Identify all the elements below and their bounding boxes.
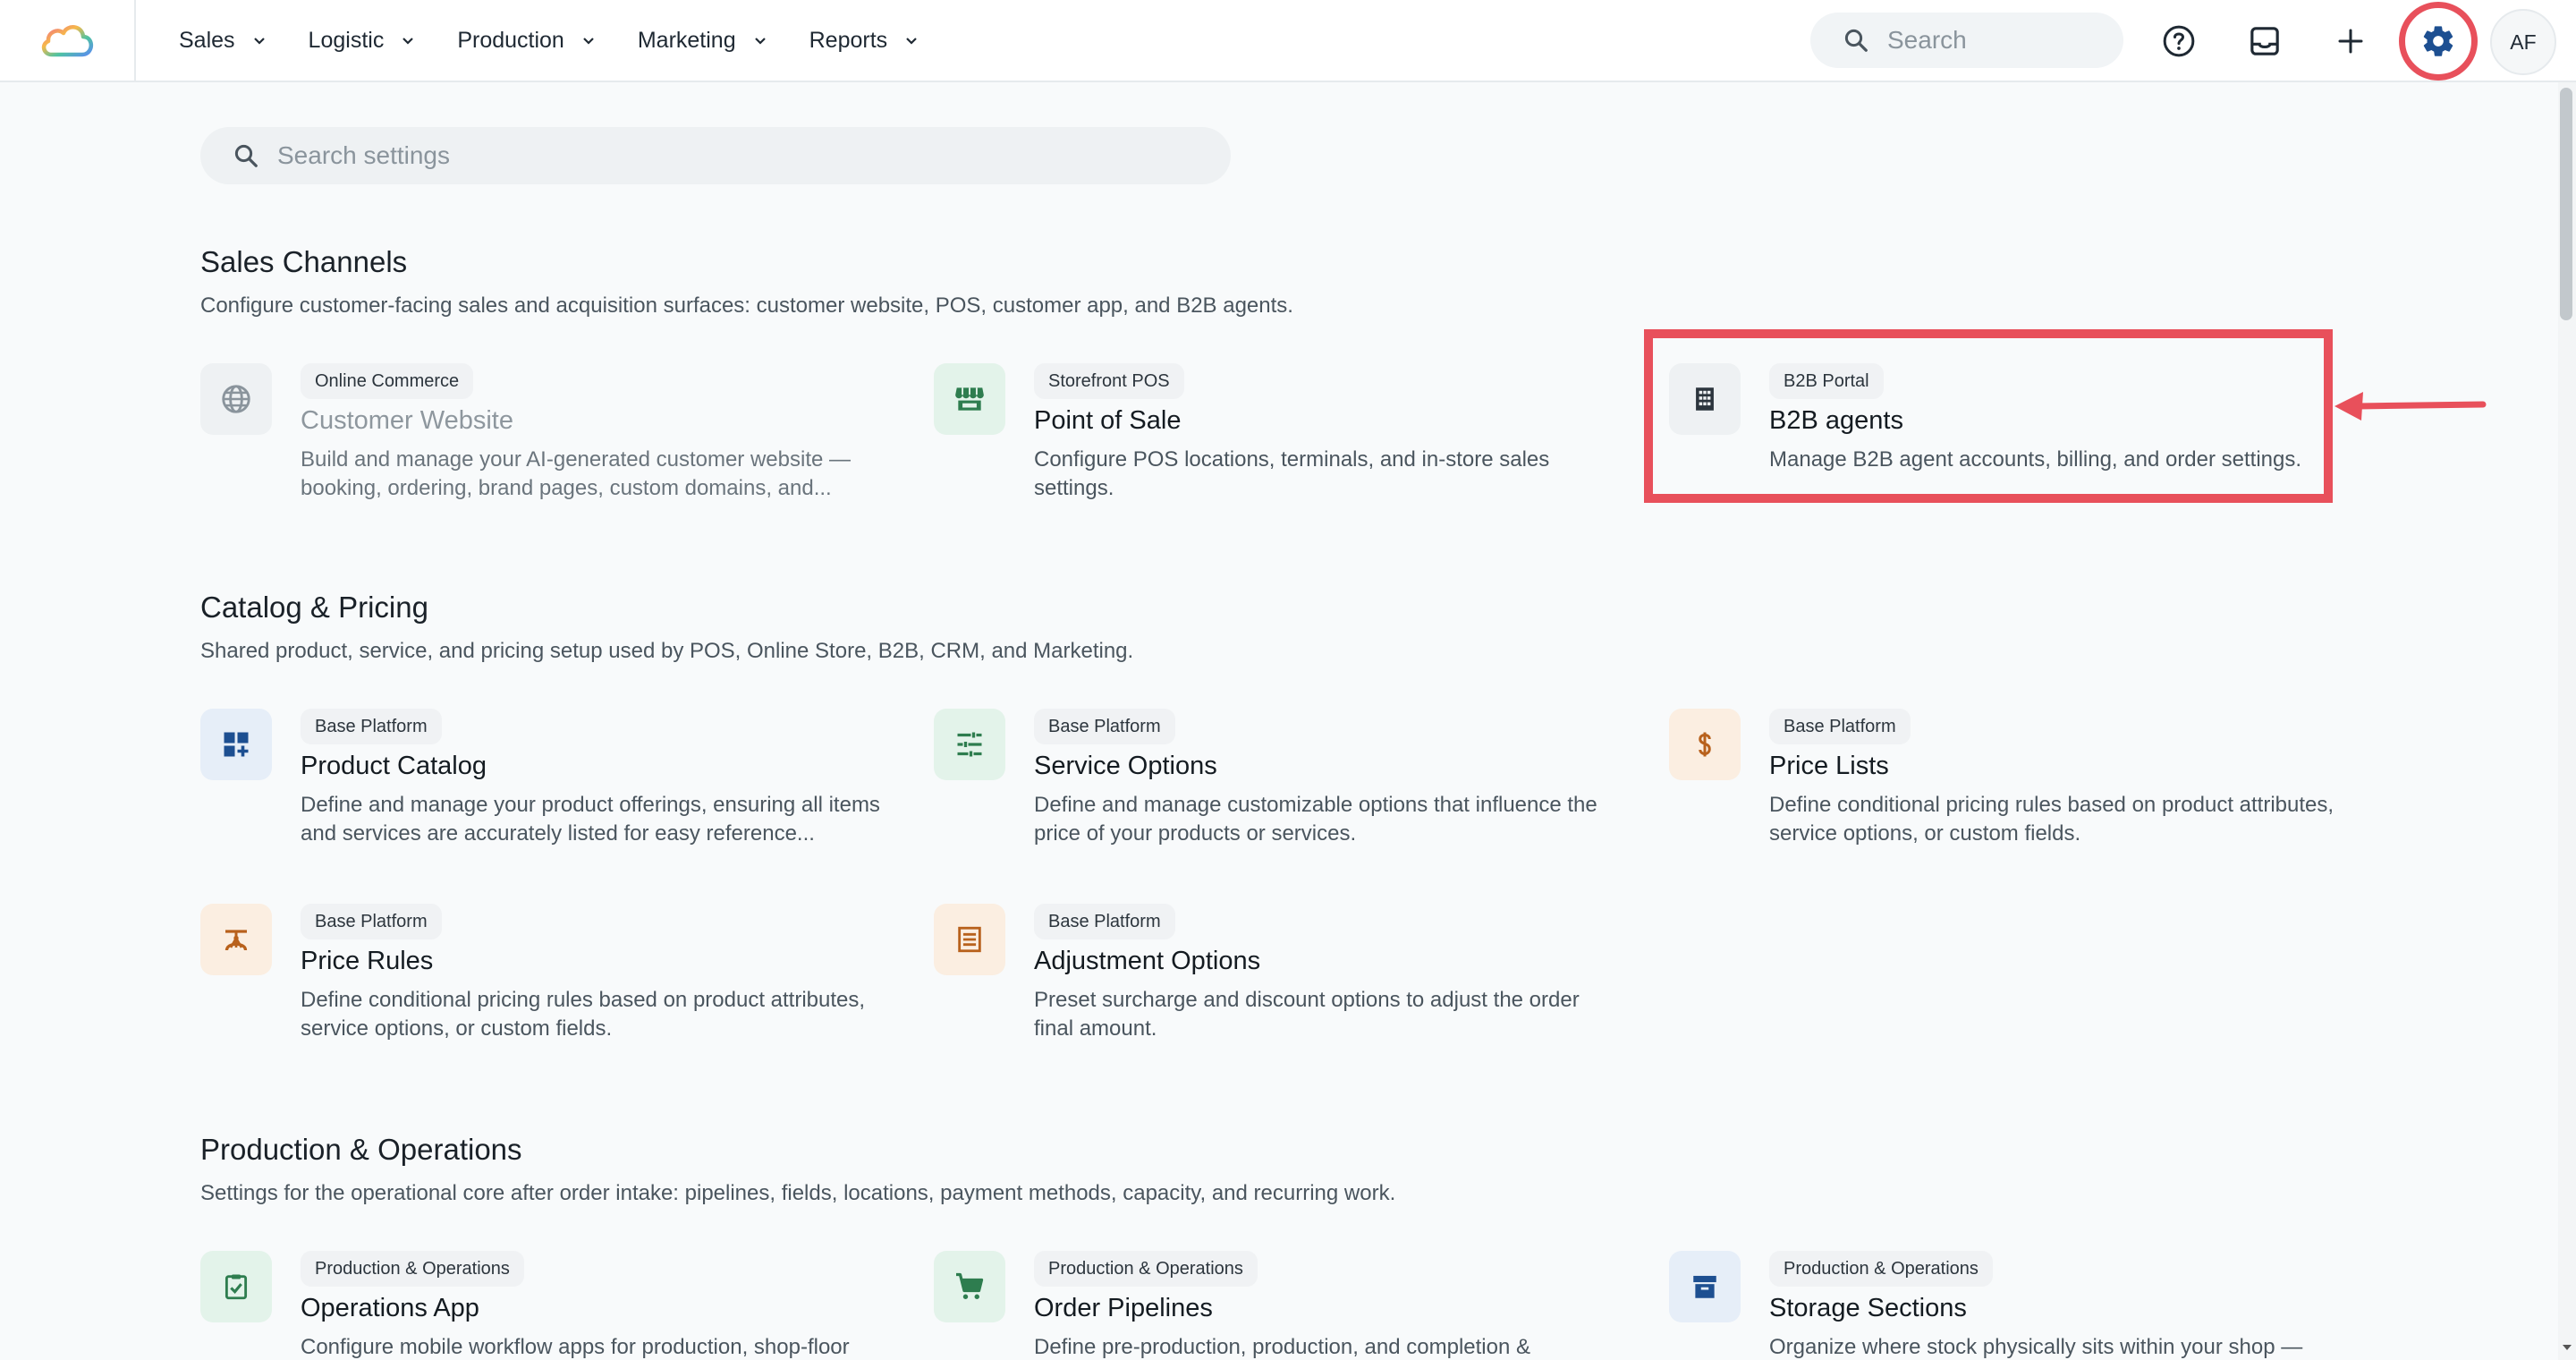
card-title: Price Lists [1769, 752, 1889, 780]
chevron-down-icon [253, 38, 265, 45]
card-description: Build and manage your AI-generated custo… [301, 447, 852, 500]
plus-icon [2338, 29, 2363, 54]
card-price-rules[interactable]: Base Platform Price Rules Define conditi… [200, 904, 880, 1056]
tune-icon [934, 709, 1005, 780]
card-title: Customer Website [301, 406, 513, 435]
nav-marketing[interactable]: Marketing [638, 28, 768, 54]
section-title-sales-channels: Sales Channels [200, 245, 408, 278]
scrollbar-thumb[interactable] [2560, 88, 2572, 320]
b2b-highlight-box [1644, 329, 2333, 503]
user-avatar[interactable]: AF [2490, 9, 2556, 75]
dashboard-add-icon [200, 709, 272, 780]
settings-search-placeholder: Search settings [277, 141, 450, 169]
nav-label: Sales [179, 27, 235, 53]
card-product-catalog[interactable]: Base Platform Product Catalog Define and… [200, 709, 880, 861]
section-desc-sales-channels: Configure customer-facing sales and acqu… [200, 293, 1293, 318]
main-nav: Sales Logistic Production Marketing Repo… [179, 28, 961, 54]
card-adjustment-options[interactable]: Base Platform Adjustment Options Preset … [934, 904, 1614, 1056]
card-title: Price Rules [301, 947, 434, 975]
clipboard-check-icon [200, 1251, 272, 1322]
nav-logistic[interactable]: Logistic [309, 28, 417, 54]
inbox-button[interactable] [2240, 16, 2290, 66]
app-logo[interactable] [0, 0, 136, 81]
card-description: Define conditional pricing rules based o… [301, 988, 866, 1041]
card-description: Define conditional pricing rules based o… [1769, 793, 2334, 846]
card-badge: Base Platform [1034, 709, 1175, 744]
nav-label: Logistic [308, 27, 385, 53]
card-description: Preset surcharge and discount options to… [1034, 988, 1580, 1041]
chevron-down-icon [583, 38, 594, 45]
add-button[interactable] [2326, 16, 2376, 66]
global-search-input[interactable]: Search [1810, 13, 2123, 68]
card-storage-sections[interactable]: Production & Operations Storage Sections… [1669, 1251, 2349, 1360]
settings-button[interactable] [2413, 16, 2463, 66]
card-title: Storage Sections [1769, 1294, 1967, 1322]
card-description: Organize where stock physically sits wit… [1769, 1335, 2303, 1359]
search-placeholder: Search [1887, 26, 1967, 54]
dollar-icon [1669, 709, 1741, 780]
nav-reports[interactable]: Reports [809, 28, 920, 54]
nav-label: Production [457, 27, 564, 53]
card-description: Define and manage customizable options t… [1034, 793, 1597, 846]
section-desc-production-operations: Settings for the operational core after … [200, 1181, 1396, 1205]
search-icon [1844, 29, 1868, 52]
archive-icon [1669, 1251, 1741, 1322]
cloud-logo-icon [41, 25, 94, 57]
help-button[interactable] [2154, 16, 2204, 66]
inbox-icon [2250, 27, 2279, 55]
search-icon [234, 144, 258, 167]
chevron-down-icon [402, 38, 414, 45]
avatar-initials: AF [2510, 30, 2537, 54]
scale-icon [200, 904, 272, 975]
receipt-icon [934, 904, 1005, 975]
card-badge: Base Platform [301, 709, 442, 744]
nav-label: Reports [809, 27, 888, 53]
nav-label: Marketing [637, 27, 736, 53]
chevron-down-icon [906, 38, 917, 45]
card-badge: Storefront POS [1034, 363, 1184, 399]
card-price-lists[interactable]: Base Platform Price Lists Define conditi… [1669, 709, 2349, 861]
card-title: Service Options [1034, 752, 1217, 780]
card-description: Configure POS locations, terminals, and … [1034, 447, 1550, 500]
card-badge: Online Commerce [301, 363, 474, 399]
pointer-arrow-icon [2334, 392, 2487, 421]
scroll-down-arrow-icon[interactable] [2558, 1339, 2576, 1356]
cart-icon [934, 1251, 1005, 1322]
section-title-catalog-pricing: Catalog & Pricing [200, 591, 428, 624]
section-desc-catalog-pricing: Shared product, service, and pricing set… [200, 639, 1134, 663]
card-title: Operations App [301, 1294, 479, 1322]
card-badge: Base Platform [301, 904, 442, 939]
globe-icon [200, 363, 272, 435]
card-badge: Production & Operations [1034, 1251, 1258, 1287]
card-description: Define and manage your product offerings… [301, 793, 880, 846]
card-order-pipelines[interactable]: Production & Operations Order Pipelines … [934, 1251, 1614, 1360]
storefront-icon [934, 363, 1005, 435]
card-badge: Base Platform [1034, 904, 1175, 939]
settings-search-input[interactable]: Search settings [200, 127, 1231, 184]
section-title-production-operations: Production & Operations [200, 1133, 522, 1166]
nav-sales[interactable]: Sales [179, 28, 267, 54]
card-title: Order Pipelines [1034, 1294, 1213, 1322]
help-circle-icon [2163, 25, 2195, 57]
gear-icon [2423, 26, 2453, 56]
card-badge: Production & Operations [301, 1251, 524, 1287]
card-operations-app[interactable]: Production & Operations Operations App C… [200, 1251, 880, 1360]
card-badge: Base Platform [1769, 709, 1911, 744]
card-service-options[interactable]: Base Platform Service Options Define and… [934, 709, 1614, 861]
nav-production[interactable]: Production [457, 28, 597, 54]
card-title: Point of Sale [1034, 406, 1182, 435]
chevron-down-icon [754, 38, 766, 45]
card-badge: Production & Operations [1769, 1251, 1993, 1287]
card-title: Adjustment Options [1034, 947, 1261, 975]
card-description: Define pre-production, production, and c… [1034, 1335, 1530, 1359]
card-point-of-sale[interactable]: Storefront POS Point of Sale Configure P… [934, 363, 1614, 515]
card-description: Configure mobile workflow apps for produ… [301, 1335, 850, 1359]
card-customer-website[interactable]: Online Commerce Customer Website Build a… [200, 363, 880, 515]
card-title: Product Catalog [301, 752, 487, 780]
